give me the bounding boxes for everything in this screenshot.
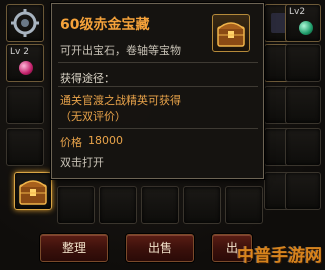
inventory-slot-r5-6[interactable] <box>225 186 263 224</box>
obtain-method-note: （无双评价） <box>60 110 126 123</box>
item-name: 60级赤金宝藏 <box>60 17 150 33</box>
watermark-logo: 中普手游网 <box>237 246 322 266</box>
price-value: 18000 <box>88 134 123 147</box>
gear-item-icon <box>11 9 39 37</box>
inventory-slot-mid-right-2[interactable] <box>285 44 321 82</box>
inventory-slot-r5-5[interactable] <box>183 186 221 224</box>
divider <box>58 128 258 129</box>
usage-hint: 双击打开 <box>60 156 104 169</box>
item-description: 可开出宝石，卷轴等宝物 <box>60 44 181 57</box>
item-level: Lv2 <box>289 7 306 17</box>
inventory-slot-top-right-2[interactable]: Lv2 <box>285 4 321 42</box>
inventory-slot-r5-3[interactable] <box>99 186 137 224</box>
inventory-slot-4[interactable] <box>6 128 44 166</box>
obtain-method-text: 通关官渡之战精英可获得 <box>60 94 181 107</box>
inventory-panel: 2 Lv2 Lv 2 2 60级赤金宝藏 可开出宝石，卷轴等宝物 <box>0 0 325 270</box>
item-tooltip: 60级赤金宝藏 可开出宝石，卷轴等宝物 获得途径： 通关官渡之战精英可获得 （无… <box>51 3 264 179</box>
inventory-slot-r5-4[interactable] <box>141 186 179 224</box>
gem-icon <box>19 61 33 75</box>
sort-button[interactable]: 整理 <box>40 234 108 262</box>
gem-icon <box>299 21 313 35</box>
inventory-slot-r5-8[interactable] <box>285 172 321 210</box>
price-label: 价格 <box>60 136 82 149</box>
inventory-slot-r3-2[interactable] <box>285 86 321 124</box>
treasure-chest-icon <box>19 180 47 205</box>
obtain-method-label: 获得途径： <box>60 72 115 85</box>
divider <box>58 62 258 63</box>
inventory-slot-r5-2[interactable] <box>57 186 95 224</box>
sell-button[interactable]: 出售 <box>126 234 194 262</box>
inventory-slot-1[interactable] <box>6 4 44 42</box>
inventory-slot-2[interactable]: Lv 2 <box>6 44 44 82</box>
item-level: Lv 2 <box>10 47 29 57</box>
divider <box>58 86 258 87</box>
inventory-slot-3[interactable] <box>6 86 44 124</box>
treasure-chest-icon <box>212 14 250 52</box>
inventory-slot-selected[interactable] <box>14 172 52 210</box>
inventory-slot-r4-2[interactable] <box>285 128 321 166</box>
